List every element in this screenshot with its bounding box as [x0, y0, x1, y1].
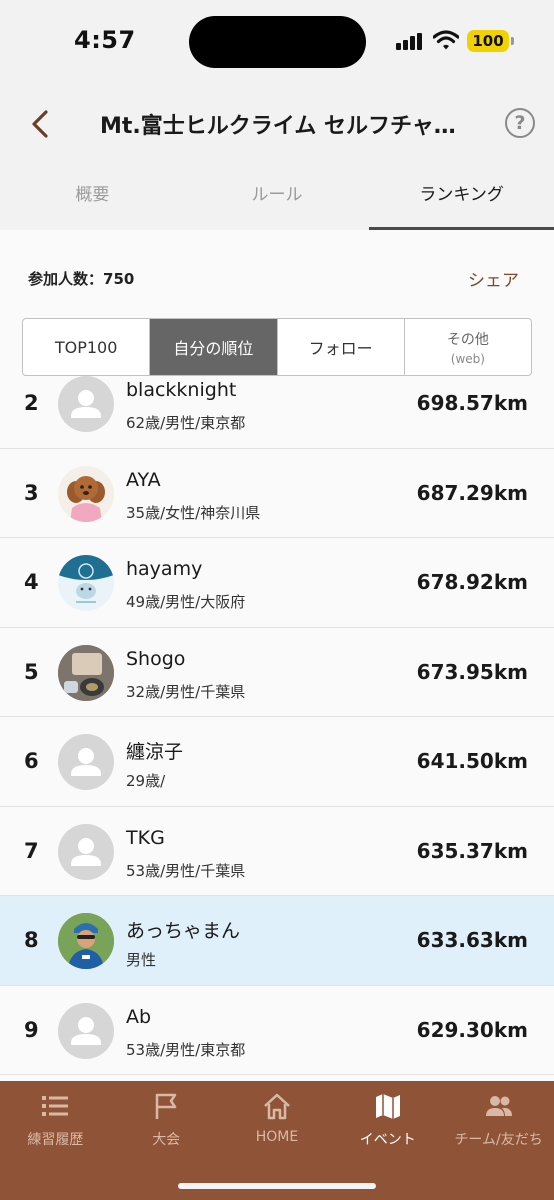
page-title: Mt.富士ヒルクライム セルフチャ…	[100, 114, 456, 139]
ranking-row[interactable]: 6 纏涼子 29歳/ 641.50km	[0, 717, 554, 807]
map-icon	[375, 1094, 400, 1119]
rank-number: 9	[24, 1017, 39, 1042]
participant-count: 参加人数：750	[28, 270, 135, 288]
rank-number: 5	[24, 659, 39, 684]
nav-label: HOME	[255, 1129, 299, 1145]
tab-rules[interactable]: ルール	[185, 164, 370, 230]
ranking-list: 2 blackknight 62歳/男性/東京都 698.57km 3 AYA …	[0, 359, 554, 1075]
wifi-icon	[433, 30, 459, 50]
filter-other-web[interactable]: その他 (web)	[405, 319, 531, 375]
ranking-row[interactable]: 3 AYA 35歳/女性/神奈川県 687.29km	[0, 448, 554, 538]
filter-my-rank[interactable]: 自分の順位	[150, 319, 278, 375]
user-name: TKG	[126, 826, 165, 849]
avatar-photo	[58, 465, 114, 522]
distance-value: 678.92km	[416, 570, 528, 594]
ranking-row[interactable]: 9 Ab 53歳/男性/東京都 629.30km	[0, 985, 554, 1075]
user-name: hayamy	[126, 558, 203, 580]
filter-top100-label: TOP100	[54, 337, 118, 357]
distance-value: 629.30km	[416, 1017, 528, 1042]
avatar-placeholder-icon	[58, 823, 114, 880]
filter-top100[interactable]: TOP100	[23, 319, 151, 375]
user-info: 32歳/男性/千葉県	[126, 682, 246, 701]
ranking-row[interactable]: 4 hayamy 49歳/男性/大阪府 678.92km	[0, 538, 554, 628]
battery-indicator: 100	[467, 30, 514, 52]
signal-icon	[396, 32, 426, 50]
distance-value: 687.29km	[416, 480, 528, 505]
avatar-photo	[58, 913, 114, 969]
avatar-placeholder-icon	[58, 376, 114, 432]
people-icon	[485, 1096, 512, 1116]
user-name: AYA	[126, 468, 161, 491]
tab-ranking[interactable]: ランキング	[369, 164, 554, 230]
tab-overview[interactable]: 概要	[0, 164, 185, 230]
filter-other-sub: (web)	[450, 351, 485, 366]
user-info: 53歳/男性/千葉県	[126, 861, 246, 880]
distance-value: 673.95km	[416, 659, 528, 684]
rank-number: 4	[24, 570, 39, 594]
filter-my-rank-label: 自分の順位	[173, 339, 254, 358]
nav-label: チーム/友だち	[454, 1132, 543, 1148]
nav-label: 大会	[152, 1132, 181, 1148]
distance-value: 635.37km	[416, 838, 528, 863]
help-icon[interactable]: ?	[505, 108, 535, 138]
filter-follow-label: フォロー	[308, 339, 373, 358]
user-info: 53歳/男性/東京都	[126, 1040, 246, 1059]
user-name: Ab	[126, 1005, 152, 1028]
ranking-row[interactable]: 7 TKG 53歳/男性/千葉県 635.37km	[0, 806, 554, 896]
user-info: 29歳/	[126, 772, 166, 790]
user-info: 62歳/男性/東京都	[126, 414, 246, 432]
home-icon	[264, 1093, 290, 1120]
distance-value: 641.50km	[416, 749, 528, 773]
rank-number: 8	[24, 928, 39, 952]
nav-label: 練習履歴	[27, 1132, 84, 1148]
flag-icon	[155, 1093, 177, 1119]
ranking-row-self[interactable]: 8 あっちゃまん 男性 633.63km	[0, 896, 554, 986]
user-name: 纏涼子	[126, 741, 184, 763]
avatar-placeholder-icon	[58, 1002, 114, 1059]
ranking-row[interactable]: 5 Shogo 32歳/男性/千葉県 673.95km	[0, 627, 554, 717]
user-name: blackknight	[126, 379, 237, 401]
dynamic-island	[189, 16, 366, 68]
ranking-content: 参加人数：750 シェア TOP100 自分の順位 フォロー その他 (web)…	[0, 230, 554, 1081]
avatar-photo	[58, 644, 114, 701]
share-button[interactable]: シェア	[468, 266, 519, 291]
home-indicator[interactable]	[178, 1183, 376, 1189]
user-info: 35歳/女性/神奈川県	[126, 503, 261, 522]
user-name: あっちゃまん	[126, 920, 241, 942]
avatar-photo	[58, 555, 114, 611]
user-info: 49歳/男性/大阪府	[126, 593, 246, 611]
rank-number: 3	[24, 480, 39, 505]
filter-follow[interactable]: フォロー	[278, 319, 405, 375]
filter-other-label: その他	[446, 331, 489, 348]
nav-label: イベント	[359, 1132, 416, 1148]
avatar-placeholder-icon	[58, 734, 114, 790]
rank-number: 6	[24, 749, 39, 773]
status-time: 4:57	[74, 26, 136, 54]
list-icon	[42, 1096, 69, 1116]
user-info: 男性	[126, 951, 157, 969]
nav-team-friends[interactable]: チーム/友だち	[443, 1081, 554, 1200]
rank-number: 7	[24, 838, 39, 863]
tab-bar: 概要 ルール ランキング	[0, 164, 554, 230]
status-bar: 4:57 100	[0, 0, 554, 84]
back-chevron-icon[interactable]	[24, 104, 58, 144]
nav-training-history[interactable]: 練習履歴	[0, 1081, 111, 1200]
header: Mt.富士ヒルクライム セルフチャ… ?	[0, 84, 554, 164]
user-name: Shogo	[126, 647, 186, 670]
distance-value: 633.63km	[416, 928, 528, 952]
ranking-filter: TOP100 自分の順位 フォロー その他 (web)	[22, 318, 532, 376]
